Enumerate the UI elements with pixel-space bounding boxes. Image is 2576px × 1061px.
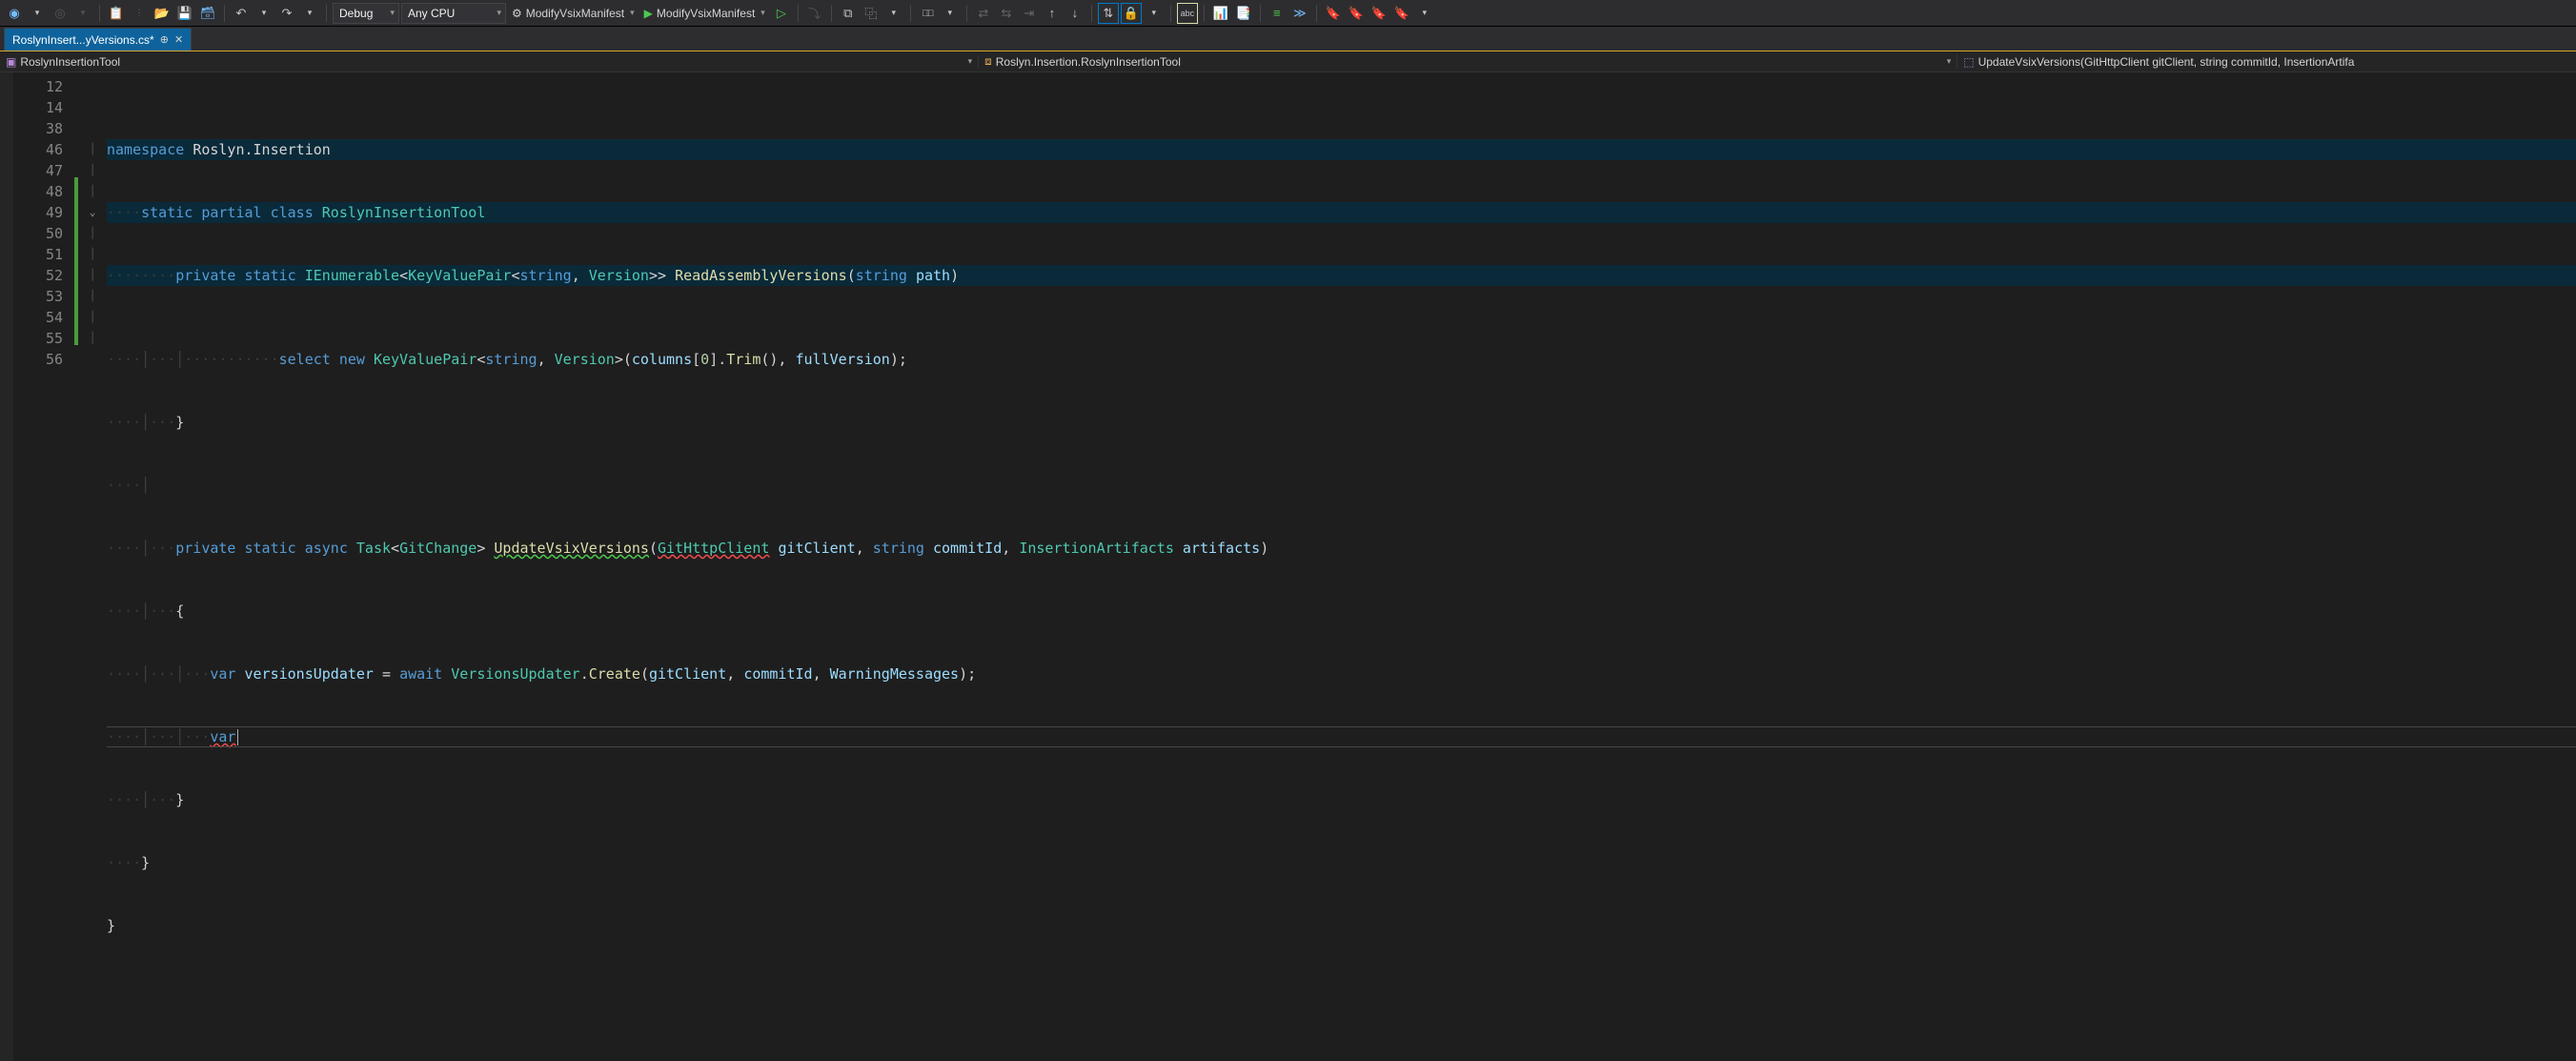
code-line: ····│ — [107, 475, 2576, 496]
step-icon[interactable]: ⤵ — [804, 3, 825, 24]
separator-dots: ⋮ — [129, 3, 150, 24]
code-line: ····} — [107, 852, 2576, 873]
code-line: ····│···│···var versionsUpdater = await … — [107, 663, 2576, 684]
csharp-project-icon: ▣ — [6, 55, 16, 69]
breakpoint-dropdown[interactable]: ▾ — [940, 3, 961, 24]
layout-dropdown[interactable]: ▾ — [883, 3, 904, 24]
fold-toggle-icon[interactable]: ⌄ — [78, 202, 107, 223]
new-project-icon[interactable]: 📋 — [106, 3, 127, 24]
line-number-gutter: 12 14 38 46 47 48 49 50 51 52 53 54 55 5… — [13, 72, 74, 1061]
code-area[interactable]: namespace Roslyn.Insertion ····static pa… — [107, 72, 2576, 1061]
separator — [1091, 5, 1092, 22]
forward-button[interactable]: ◎ — [50, 3, 71, 24]
window-icon[interactable]: ⧉ — [838, 3, 859, 24]
up-arrow-icon[interactable]: ↑ — [1042, 3, 1063, 24]
code-line: namespace Roslyn.Insertion — [107, 139, 2576, 160]
nav-project[interactable]: ▣ RoslynInsertionTool ▾ — [0, 55, 979, 69]
code-line: ····│···{ — [107, 601, 2576, 622]
chevron-down-icon: ▾ — [1947, 56, 1952, 67]
config-dropdown[interactable]: Debug — [333, 3, 399, 24]
class-icon: ⧈ — [984, 54, 992, 69]
platform-dropdown[interactable]: Any CPU — [401, 3, 506, 24]
code-line: ····│···│···········select new KeyValueP… — [107, 349, 2576, 370]
separator — [99, 5, 100, 22]
code-line: ····│···} — [107, 789, 2576, 810]
bookmark-clear-icon[interactable]: 🔖 — [1391, 3, 1412, 24]
layout-icon[interactable]: ⿻ — [861, 3, 882, 24]
nav-member[interactable]: ⬚ UpdateVsixVersions(GitHttpClient gitCl… — [1957, 55, 2576, 69]
redo-icon[interactable]: ↷ — [276, 3, 297, 24]
abc-icon[interactable]: abc — [1177, 3, 1198, 24]
start-target-2[interactable]: ▶ ModifyVsixManifest ▾ — [640, 3, 769, 24]
lock-icon[interactable]: 🔒 — [1121, 3, 1142, 24]
separator — [1260, 5, 1261, 22]
separator — [966, 5, 967, 22]
play-icon: ▶ — [644, 7, 653, 20]
method-icon: ⬚ — [1963, 55, 1974, 69]
separator — [224, 5, 225, 22]
gear-icon: ⚙ — [512, 7, 522, 20]
nav-class[interactable]: ⧈ Roslyn.Insertion.RoslynInsertionTool ▾ — [979, 54, 1957, 69]
back-button[interactable]: ◉ — [4, 3, 25, 24]
code-line: ····│···│···var — [107, 726, 2576, 747]
toggle-1-icon[interactable]: ⇅ — [1098, 3, 1119, 24]
uncomment-icon[interactable]: ⇆ — [996, 3, 1017, 24]
open-folder-icon[interactable]: 📂 — [152, 3, 172, 24]
redo-dropdown[interactable]: ▾ — [299, 3, 320, 24]
document-tabs: RoslynInsert...yVersions.cs* ⊕ ✕ — [0, 27, 2576, 51]
code-line — [107, 978, 2576, 999]
format-icon[interactable]: ≡ — [1267, 3, 1288, 24]
tab-roslyn-insert[interactable]: RoslynInsert...yVersions.cs* ⊕ ✕ — [4, 28, 192, 51]
code-line: } — [107, 915, 2576, 936]
pin-icon[interactable]: ⊕ — [160, 33, 169, 46]
fold-gutter: │ │ │ ⌄ │ │ │ │ │ │ — [78, 72, 107, 1061]
separator — [910, 5, 911, 22]
bookmark-next-icon[interactable]: 🔖 — [1369, 3, 1389, 24]
separator — [1204, 5, 1205, 22]
save-all-icon[interactable]: 🗃 — [197, 3, 218, 24]
code-nav-bar: ▣ RoslynInsertionTool ▾ ⧈ Roslyn.Inserti… — [0, 51, 2576, 72]
side-rail — [0, 72, 13, 1061]
undo-icon[interactable]: ↶ — [231, 3, 252, 24]
chevron-down-icon: ▾ — [968, 56, 973, 67]
comment-icon[interactable]: ⇄ — [973, 3, 994, 24]
separator — [831, 5, 832, 22]
toggle-dropdown[interactable]: ▾ — [1144, 3, 1165, 24]
separator — [1316, 5, 1317, 22]
breakpoint-icon[interactable]: □□ — [917, 3, 938, 24]
list-icon[interactable]: 📑 — [1233, 3, 1254, 24]
down-arrow-icon[interactable]: ↓ — [1065, 3, 1085, 24]
editor: 12 14 38 46 47 48 49 50 51 52 53 54 55 5… — [0, 72, 2576, 1061]
indent-icon[interactable]: ⇥ — [1019, 3, 1040, 24]
code-line: ········private static IEnumerable<KeyVa… — [107, 265, 2576, 286]
start-target-1[interactable]: ⚙ ModifyVsixManifest ▾ — [508, 3, 639, 24]
bookmark-prev-icon[interactable]: 🔖 — [1346, 3, 1367, 24]
save-icon[interactable]: 💾 — [174, 3, 195, 24]
tab-title: RoslynInsert...yVersions.cs* — [12, 33, 154, 47]
back-dropdown[interactable]: ▾ — [27, 3, 48, 24]
close-icon[interactable]: ✕ — [174, 33, 183, 46]
bookmark-icon[interactable]: 🔖 — [1323, 3, 1344, 24]
chart-icon[interactable]: 📊 — [1210, 3, 1231, 24]
overflow-dropdown[interactable]: ▾ — [1414, 3, 1435, 24]
forward-dropdown[interactable]: ▾ — [72, 3, 93, 24]
play-outline-icon[interactable]: ▷ — [771, 3, 792, 24]
code-line: ····│···} — [107, 412, 2576, 433]
code-line: ····│···private static async Task<GitCha… — [107, 538, 2576, 559]
separator — [1170, 5, 1171, 22]
indent-right-icon[interactable]: ≫ — [1289, 3, 1310, 24]
separator — [798, 5, 799, 22]
text-cursor — [237, 729, 238, 745]
undo-dropdown[interactable]: ▾ — [254, 3, 274, 24]
main-toolbar: ◉ ▾ ◎ ▾ 📋 ⋮ 📂 💾 🗃 ↶ ▾ ↷ ▾ Debug Any CPU … — [0, 0, 2576, 27]
code-line: ····static partial class RoslynInsertion… — [107, 202, 2576, 223]
separator — [326, 5, 327, 22]
